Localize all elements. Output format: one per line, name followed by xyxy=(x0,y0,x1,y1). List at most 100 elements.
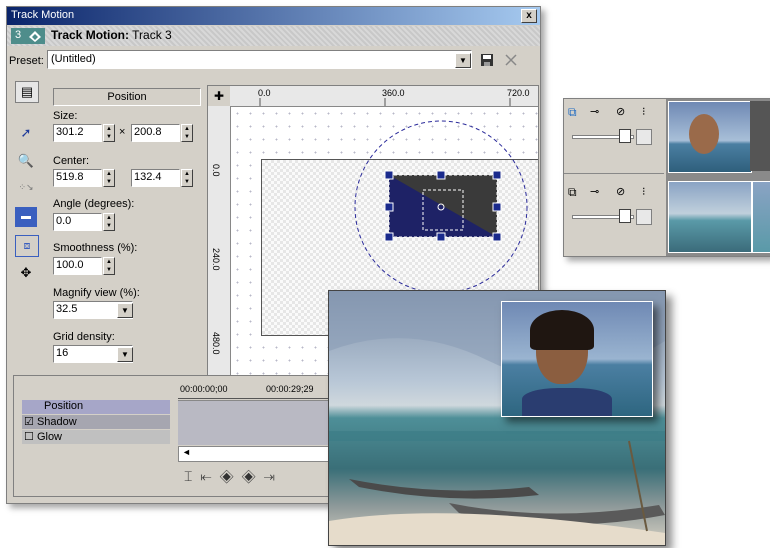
center-label: Center: xyxy=(53,155,90,167)
track-fx-icon[interactable] xyxy=(636,129,652,145)
preset-dropdown[interactable]: (Untitled) xyxy=(47,50,472,69)
prev-keyframe-icon[interactable]: ◈ xyxy=(220,468,242,484)
size-height-spinner[interactable]: ▲ ▼ xyxy=(181,124,193,142)
center-y-value: 132.4 xyxy=(134,171,162,183)
angle-field[interactable]: 0.0 xyxy=(53,213,102,231)
row-label: Position xyxy=(44,400,84,412)
sync-cursor-icon[interactable]: ⌶ xyxy=(184,468,200,484)
track-motion-icon xyxy=(29,31,41,42)
toggle-panel-icon[interactable]: ▤ xyxy=(15,81,39,103)
shadow-checkbox[interactable]: ☑ xyxy=(24,416,34,428)
delete-preset-icon[interactable] xyxy=(504,53,518,67)
header-title: Track Motion: Track 3 xyxy=(51,28,172,42)
track-header: 3 Track Motion: Track 3 xyxy=(7,26,540,46)
hruler-label: 720.0 xyxy=(507,88,530,98)
size-height-field[interactable]: 200.8 xyxy=(131,124,180,142)
magnify-value: 32.5 xyxy=(56,303,78,315)
keyframe-nav-toolbar: ⌶⇤◈◈⇥ xyxy=(184,468,344,488)
track-list-inset: ⧉ ⊸ ⊘ ⁝ ⧉ ⊸ ⊘ ⁝ xyxy=(563,98,770,257)
keyframe-row-glow[interactable]: ☐ Glow xyxy=(22,430,170,444)
zoom-tool-icon[interactable]: 🔍 xyxy=(15,151,37,171)
face-shape xyxy=(689,114,719,154)
size-times: × xyxy=(119,126,126,138)
preset-value: (Untitled) xyxy=(51,53,96,65)
row-label: Shadow xyxy=(36,416,77,428)
move-tool-icon[interactable]: ✥ xyxy=(15,263,37,283)
picture-in-picture[interactable] xyxy=(501,301,653,417)
center-y-field[interactable]: 132.4 xyxy=(131,169,180,187)
enable-rotation-icon[interactable]: ⁘↘ xyxy=(15,177,37,197)
header-track-name: Track 3 xyxy=(132,28,172,42)
track-motion-button-icon[interactable]: ⊸ xyxy=(590,105,599,118)
motion-path-svg[interactable] xyxy=(351,115,531,295)
center-x-spinner[interactable]: ▲ ▼ xyxy=(103,169,115,187)
track-motion-button-icon[interactable]: ⊸ xyxy=(590,185,599,198)
crosshair-icon[interactable]: ✚ xyxy=(208,86,230,106)
vruler-label: 240.0 xyxy=(211,248,221,271)
save-preset-icon[interactable] xyxy=(480,53,494,67)
prevent-movement-icon[interactable]: ⧈ xyxy=(15,235,39,257)
event-thumbnail-boats-2[interactable] xyxy=(752,181,770,253)
grid-density-label: Grid density: xyxy=(53,331,115,343)
normal-edit-tool-icon[interactable]: ➚ xyxy=(15,123,37,143)
last-keyframe-icon[interactable]: ⇥ xyxy=(264,468,283,484)
parent-track-icon[interactable]: ⧉ xyxy=(568,105,577,120)
title-bar[interactable]: Track Motion x xyxy=(7,7,540,25)
preset-label: Preset: xyxy=(9,55,44,67)
composite-slider-thumb[interactable] xyxy=(619,129,631,143)
smoothness-value: 100.0 xyxy=(56,259,84,271)
lock-icon[interactable]: ⁝ xyxy=(642,105,646,118)
vruler-label: 480.0 xyxy=(211,332,221,355)
magnify-arrow-icon[interactable]: ▼ xyxy=(117,303,133,318)
child-track-icon[interactable]: ⧉ xyxy=(568,185,577,200)
hruler-label: 0.0 xyxy=(258,88,271,98)
vruler-label: 0.0 xyxy=(211,164,221,177)
keyframe-row-shadow[interactable]: ☑ Shadow xyxy=(22,415,170,429)
smoothness-label: Smoothness (%): xyxy=(53,242,138,254)
smoothness-field[interactable]: 100.0 xyxy=(53,257,102,275)
angle-value: 0.0 xyxy=(56,215,72,227)
track-fx-icon[interactable] xyxy=(636,209,652,225)
magnify-label: Magnify view (%): xyxy=(53,287,140,299)
center-x-field[interactable]: 519.8 xyxy=(53,169,102,187)
composite-slider-thumb[interactable] xyxy=(619,209,631,223)
hruler-label: 360.0 xyxy=(382,88,405,98)
horizontal-ruler: 0.0 360.0 720.0 xyxy=(230,86,538,107)
video-preview xyxy=(328,290,666,546)
bypass-icon[interactable]: ⊘ xyxy=(616,105,625,118)
track-header-top: ⧉ ⊸ ⊘ ⁝ xyxy=(564,99,664,174)
scroll-left-icon[interactable]: ◄ xyxy=(182,447,191,457)
angle-label: Angle (degrees): xyxy=(53,198,135,210)
preset-dropdown-arrow-icon[interactable]: ▼ xyxy=(455,53,471,68)
grid-density-value: 16 xyxy=(56,347,69,359)
header-title-label: Track Motion: xyxy=(51,28,130,42)
next-keyframe-icon[interactable]: ◈ xyxy=(242,468,264,484)
size-height-value: 200.8 xyxy=(134,126,162,138)
track-header-bottom: ⧉ ⊸ ⊘ ⁝ xyxy=(564,179,664,253)
first-keyframe-icon[interactable]: ⇤ xyxy=(200,468,219,484)
pip-shoulders xyxy=(522,388,612,416)
lock-icon[interactable]: ⁝ xyxy=(642,185,646,198)
smoothness-spinner[interactable]: ▲ ▼ xyxy=(103,257,115,275)
event-thumbnail-boats[interactable] xyxy=(668,181,752,253)
row-label: Glow xyxy=(36,431,62,443)
edit-in-object-space-icon[interactable]: ▬ xyxy=(15,207,37,227)
keyframe-row-position[interactable]: Position xyxy=(22,400,170,414)
track-number-badge: 3 xyxy=(11,28,45,44)
event-thumbnail-face[interactable] xyxy=(668,101,752,173)
size-width-spinner[interactable]: ▲ ▼ xyxy=(103,124,115,142)
glow-checkbox[interactable]: ☐ xyxy=(24,431,34,443)
center-y-spinner[interactable]: ▲ ▼ xyxy=(181,169,193,187)
grid-density-arrow-icon[interactable]: ▼ xyxy=(117,347,133,362)
hruler-ticks xyxy=(259,98,511,106)
vertical-ruler: 0.0 240.0 480.0 xyxy=(208,106,231,376)
angle-spinner[interactable]: ▲ ▼ xyxy=(103,213,115,231)
window-title: Track Motion xyxy=(11,9,75,21)
size-width-field[interactable]: 301.2 xyxy=(53,124,102,142)
size-label: Size: xyxy=(53,110,78,122)
tool-strip: ▤ ➚ 🔍 ⁘↘ ▬ ⧈ ✥ xyxy=(7,75,47,373)
track-timeline[interactable] xyxy=(666,99,770,256)
close-button[interactable]: x xyxy=(521,9,537,23)
size-width-value: 301.2 xyxy=(56,126,84,138)
bypass-icon[interactable]: ⊘ xyxy=(616,185,625,198)
